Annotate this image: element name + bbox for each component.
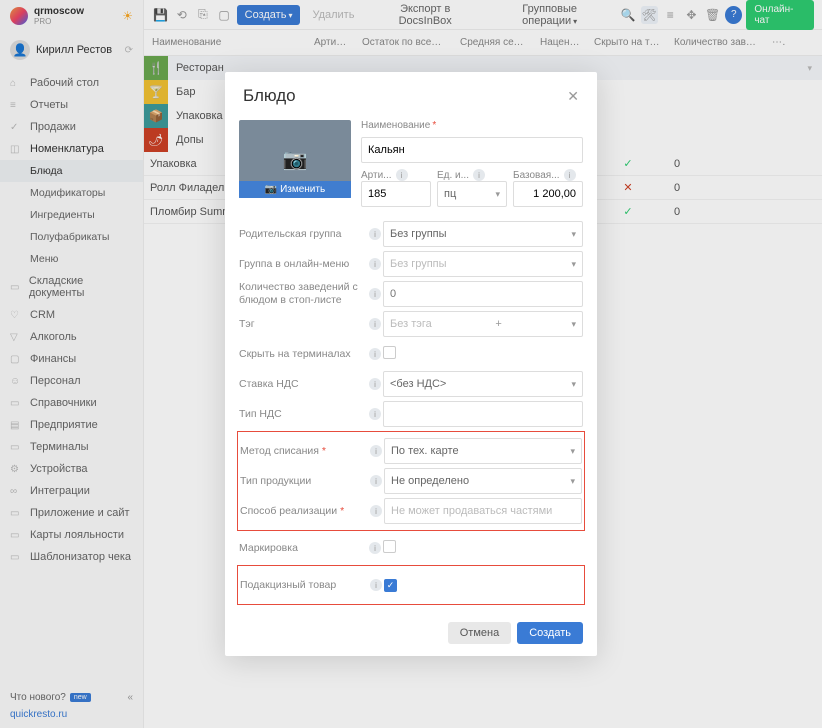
info-icon[interactable]: i: [369, 348, 381, 360]
highlight-block-1: Метод списания * i По тех. карте▾ Тип пр…: [237, 431, 585, 531]
price-label: Базовая...i: [513, 169, 583, 181]
sku-label: Арти...i: [361, 169, 431, 181]
info-icon[interactable]: i: [370, 505, 382, 517]
info-icon[interactable]: i: [370, 579, 382, 591]
sku-input[interactable]: [361, 181, 431, 207]
vat-type-select[interactable]: [383, 401, 583, 427]
prod-type-label: Тип продукции: [240, 475, 366, 488]
info-icon[interactable]: i: [369, 318, 381, 330]
info-icon[interactable]: i: [370, 475, 382, 487]
camera-icon: 📷: [283, 147, 308, 172]
unit-label: Ед. и...i: [437, 169, 507, 181]
image-upload[interactable]: 📷 📷 Изменить: [239, 120, 351, 198]
unit-select[interactable]: пц▾: [437, 181, 507, 207]
change-image-button[interactable]: 📷 Изменить: [239, 181, 351, 198]
modal-title: Блюдо: [243, 86, 296, 106]
info-icon[interactable]: i: [369, 408, 381, 420]
modal-body: 📷 📷 Изменить Наименование* Арти...i Ед. …: [225, 116, 597, 614]
modal-overlay: Блюдо ✕ 📷 📷 Изменить Наименование* Арти.…: [0, 0, 822, 728]
tag-label: Тэг: [239, 318, 365, 331]
vat-type-label: Тип НДС: [239, 408, 365, 421]
parent-group-label: Родительская группа: [239, 228, 365, 241]
info-icon[interactable]: i: [369, 258, 381, 270]
submit-button[interactable]: Создать: [517, 622, 583, 644]
writeoff-label: Метод списания *: [240, 445, 366, 458]
name-input[interactable]: [361, 137, 583, 163]
info-icon[interactable]: i: [369, 288, 381, 300]
info-icon: i: [564, 169, 576, 181]
sale-method-select[interactable]: Не может продаваться частями: [384, 498, 582, 524]
info-icon[interactable]: i: [369, 228, 381, 240]
vat-rate-select[interactable]: <без НДС>▾: [383, 371, 583, 397]
info-icon[interactable]: i: [370, 445, 382, 457]
excise-label: Подакцизный товар: [240, 579, 366, 592]
highlight-block-2: Подакцизный товар i ✓: [237, 565, 585, 605]
close-icon[interactable]: ✕: [567, 88, 579, 105]
dish-modal: Блюдо ✕ 📷 📷 Изменить Наименование* Арти.…: [225, 72, 597, 656]
name-label: Наименование*: [361, 120, 583, 131]
price-input[interactable]: [513, 181, 583, 207]
prod-type-select[interactable]: Не определено▾: [384, 468, 582, 494]
tag-select[interactable]: Без тэга+▾: [383, 311, 583, 337]
modal-header: Блюдо ✕: [225, 72, 597, 116]
modal-footer: Отмена Создать: [225, 614, 597, 656]
cancel-button[interactable]: Отмена: [448, 622, 511, 644]
stop-count-input[interactable]: [383, 281, 583, 307]
online-group-select[interactable]: Без группы▾: [383, 251, 583, 277]
excise-checkbox[interactable]: ✓: [384, 579, 397, 592]
vat-rate-label: Ставка НДС: [239, 378, 365, 391]
info-icon[interactable]: i: [369, 378, 381, 390]
parent-group-select[interactable]: Без группы▾: [383, 221, 583, 247]
marking-checkbox[interactable]: [383, 540, 396, 553]
info-icon: i: [396, 169, 408, 181]
info-icon[interactable]: i: [369, 542, 381, 554]
stop-count-label: Количество заведений с блюдом в стоп-лис…: [239, 281, 365, 306]
marking-label: Маркировка: [239, 542, 365, 555]
sale-method-label: Способ реализации *: [240, 505, 366, 518]
hide-terminals-label: Скрыть на терминалах: [239, 348, 365, 361]
info-icon: i: [473, 169, 485, 181]
hide-terminals-checkbox[interactable]: [383, 346, 396, 359]
writeoff-select[interactable]: По тех. карте▾: [384, 438, 582, 464]
online-group-label: Группа в онлайн-меню: [239, 258, 365, 271]
